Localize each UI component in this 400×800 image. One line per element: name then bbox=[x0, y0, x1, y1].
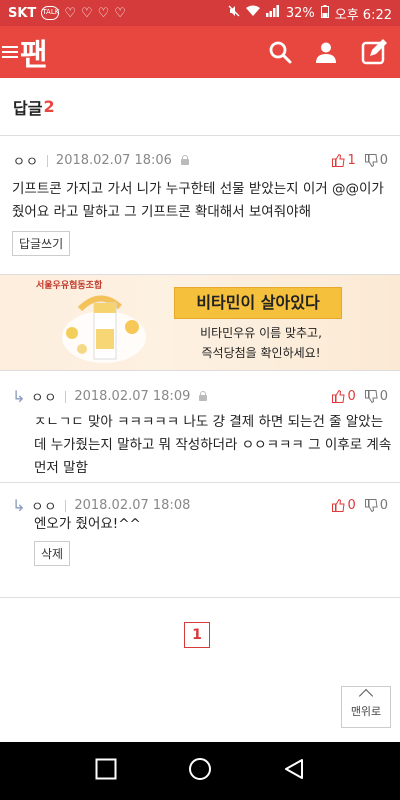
heart-notification-icon-4: ♡ bbox=[114, 5, 126, 21]
comment-author: ㅇㅇ bbox=[13, 155, 39, 170]
delete-button[interactable]: 삭제 bbox=[34, 541, 71, 566]
ad-subtitle: 비타민우유 이름 맞추고, 즉석당첨을 확인하세요! bbox=[176, 323, 346, 363]
talk-icon: TALK bbox=[41, 6, 59, 20]
thumbs-down-icon bbox=[364, 390, 378, 403]
user-icon[interactable] bbox=[314, 40, 338, 64]
carrier-label: SKT bbox=[8, 5, 37, 21]
wifi-icon bbox=[245, 5, 260, 21]
recent-apps-icon[interactable] bbox=[95, 758, 117, 784]
comment-author: ㅇㅇ bbox=[31, 391, 58, 406]
downvote-count: 0 bbox=[379, 498, 388, 513]
thumbs-down-icon bbox=[364, 154, 378, 167]
hamburger-menu-icon[interactable] bbox=[2, 43, 18, 61]
thumbs-up-icon bbox=[332, 499, 346, 512]
divider bbox=[65, 390, 67, 403]
downvote-button[interactable]: 0 bbox=[364, 389, 388, 404]
write-icon[interactable] bbox=[360, 38, 388, 66]
ad-line-2: 즉석당첨을 확인하세요! bbox=[201, 346, 321, 360]
ad-banner[interactable]: 서울우유협동조합 비타민이 살아있다 비타민우유 이름 맞추고, 즉석당첨을 확… bbox=[0, 275, 400, 371]
ad-line-1: 비타민우유 이름 맞추고, bbox=[200, 326, 322, 340]
battery-percent: 32% bbox=[285, 5, 315, 21]
thumbs-up-icon bbox=[332, 390, 346, 403]
comment-text: 엔오가 줬어요!^^ bbox=[34, 516, 141, 532]
status-bar: SKT TALK ♡ ♡ ♡ ♡ 32% 오후 6:22 bbox=[0, 0, 400, 26]
reply-arrow-icon: ↳ bbox=[12, 496, 26, 515]
back-to-top-button[interactable]: 맨위로 bbox=[341, 686, 391, 728]
search-icon[interactable] bbox=[268, 40, 292, 64]
downvote-count: 0 bbox=[379, 389, 388, 404]
upvote-count: 0 bbox=[347, 498, 356, 513]
thumbs-down-icon bbox=[364, 499, 378, 512]
reply-item: ↳ ㅇㅇ 2018.02.07 18:08 0 0 엔오가 줬어요!^^ 삭제 bbox=[0, 483, 400, 598]
upvote-count: 1 bbox=[347, 153, 356, 168]
thumbs-up-icon bbox=[332, 154, 346, 167]
upvote-button[interactable]: 0 bbox=[332, 389, 356, 404]
downvote-count: 0 bbox=[379, 153, 388, 168]
clock: 오후 6:22 bbox=[334, 7, 392, 23]
app-logo[interactable]: 팬 bbox=[20, 30, 48, 74]
back-to-top-label: 맨위로 bbox=[350, 705, 382, 718]
app-header: 팬 bbox=[0, 26, 400, 78]
signal-icon bbox=[265, 5, 280, 21]
page-1-button[interactable]: 1 bbox=[184, 622, 210, 648]
comment-text: 기프트콘 가지고 가서 니가 누구한테 선물 받았는지 이거 @@이가 줬어요 … bbox=[12, 181, 384, 220]
replies-heading: 답글 2 bbox=[0, 78, 400, 136]
reply-item: ↳ ㅇㅇ 2018.02.07 18:09 0 0 ㅈㄴㄱㄷ 맞아 ㅋㅋㅋㅋㅋ … bbox=[0, 371, 400, 483]
comment-date: 2018.02.07 18:06 bbox=[55, 153, 172, 168]
divider bbox=[65, 499, 67, 512]
system-nav-bar bbox=[0, 742, 400, 800]
battery-icon bbox=[320, 4, 329, 22]
reply-arrow-icon: ↳ bbox=[12, 387, 26, 406]
lock-icon bbox=[180, 155, 190, 166]
replies-count: 2 bbox=[43, 97, 55, 116]
chevron-up-icon bbox=[358, 688, 374, 704]
upvote-count: 0 bbox=[347, 389, 356, 404]
home-icon[interactable] bbox=[188, 757, 212, 785]
upvote-button[interactable]: 0 bbox=[332, 498, 356, 513]
lock-icon bbox=[198, 391, 208, 402]
downvote-button[interactable]: 0 bbox=[364, 498, 388, 513]
heart-notification-icon-2: ♡ bbox=[80, 5, 93, 21]
comment-text: ㅈㄴㄱㄷ 맞아 ㅋㅋㅋㅋㅋ 나도 걍 결제 하면 되는건 줄 알았는데 누가줬는… bbox=[34, 414, 392, 476]
heart-notification-icon: ♡ bbox=[64, 5, 76, 21]
comment-date: 2018.02.07 18:08 bbox=[74, 498, 191, 513]
comment-date: 2018.02.07 18:09 bbox=[74, 389, 191, 404]
reply-write-button[interactable]: 답글쓰기 bbox=[12, 231, 71, 256]
upvote-button[interactable]: 1 bbox=[332, 153, 356, 168]
divider bbox=[46, 154, 48, 167]
mute-icon bbox=[228, 5, 240, 21]
downvote-button[interactable]: 0 bbox=[364, 153, 388, 168]
comment-item: ㅇㅇ 2018.02.07 18:06 1 0 기프트콘 가지고 가서 니가 누… bbox=[0, 136, 400, 275]
back-icon[interactable] bbox=[283, 758, 305, 784]
replies-label: 답글 bbox=[13, 98, 43, 118]
ad-title: 비타민이 살아있다 bbox=[174, 287, 342, 319]
heart-notification-icon-3: ♡ bbox=[97, 5, 110, 21]
milk-product-image bbox=[62, 295, 146, 363]
